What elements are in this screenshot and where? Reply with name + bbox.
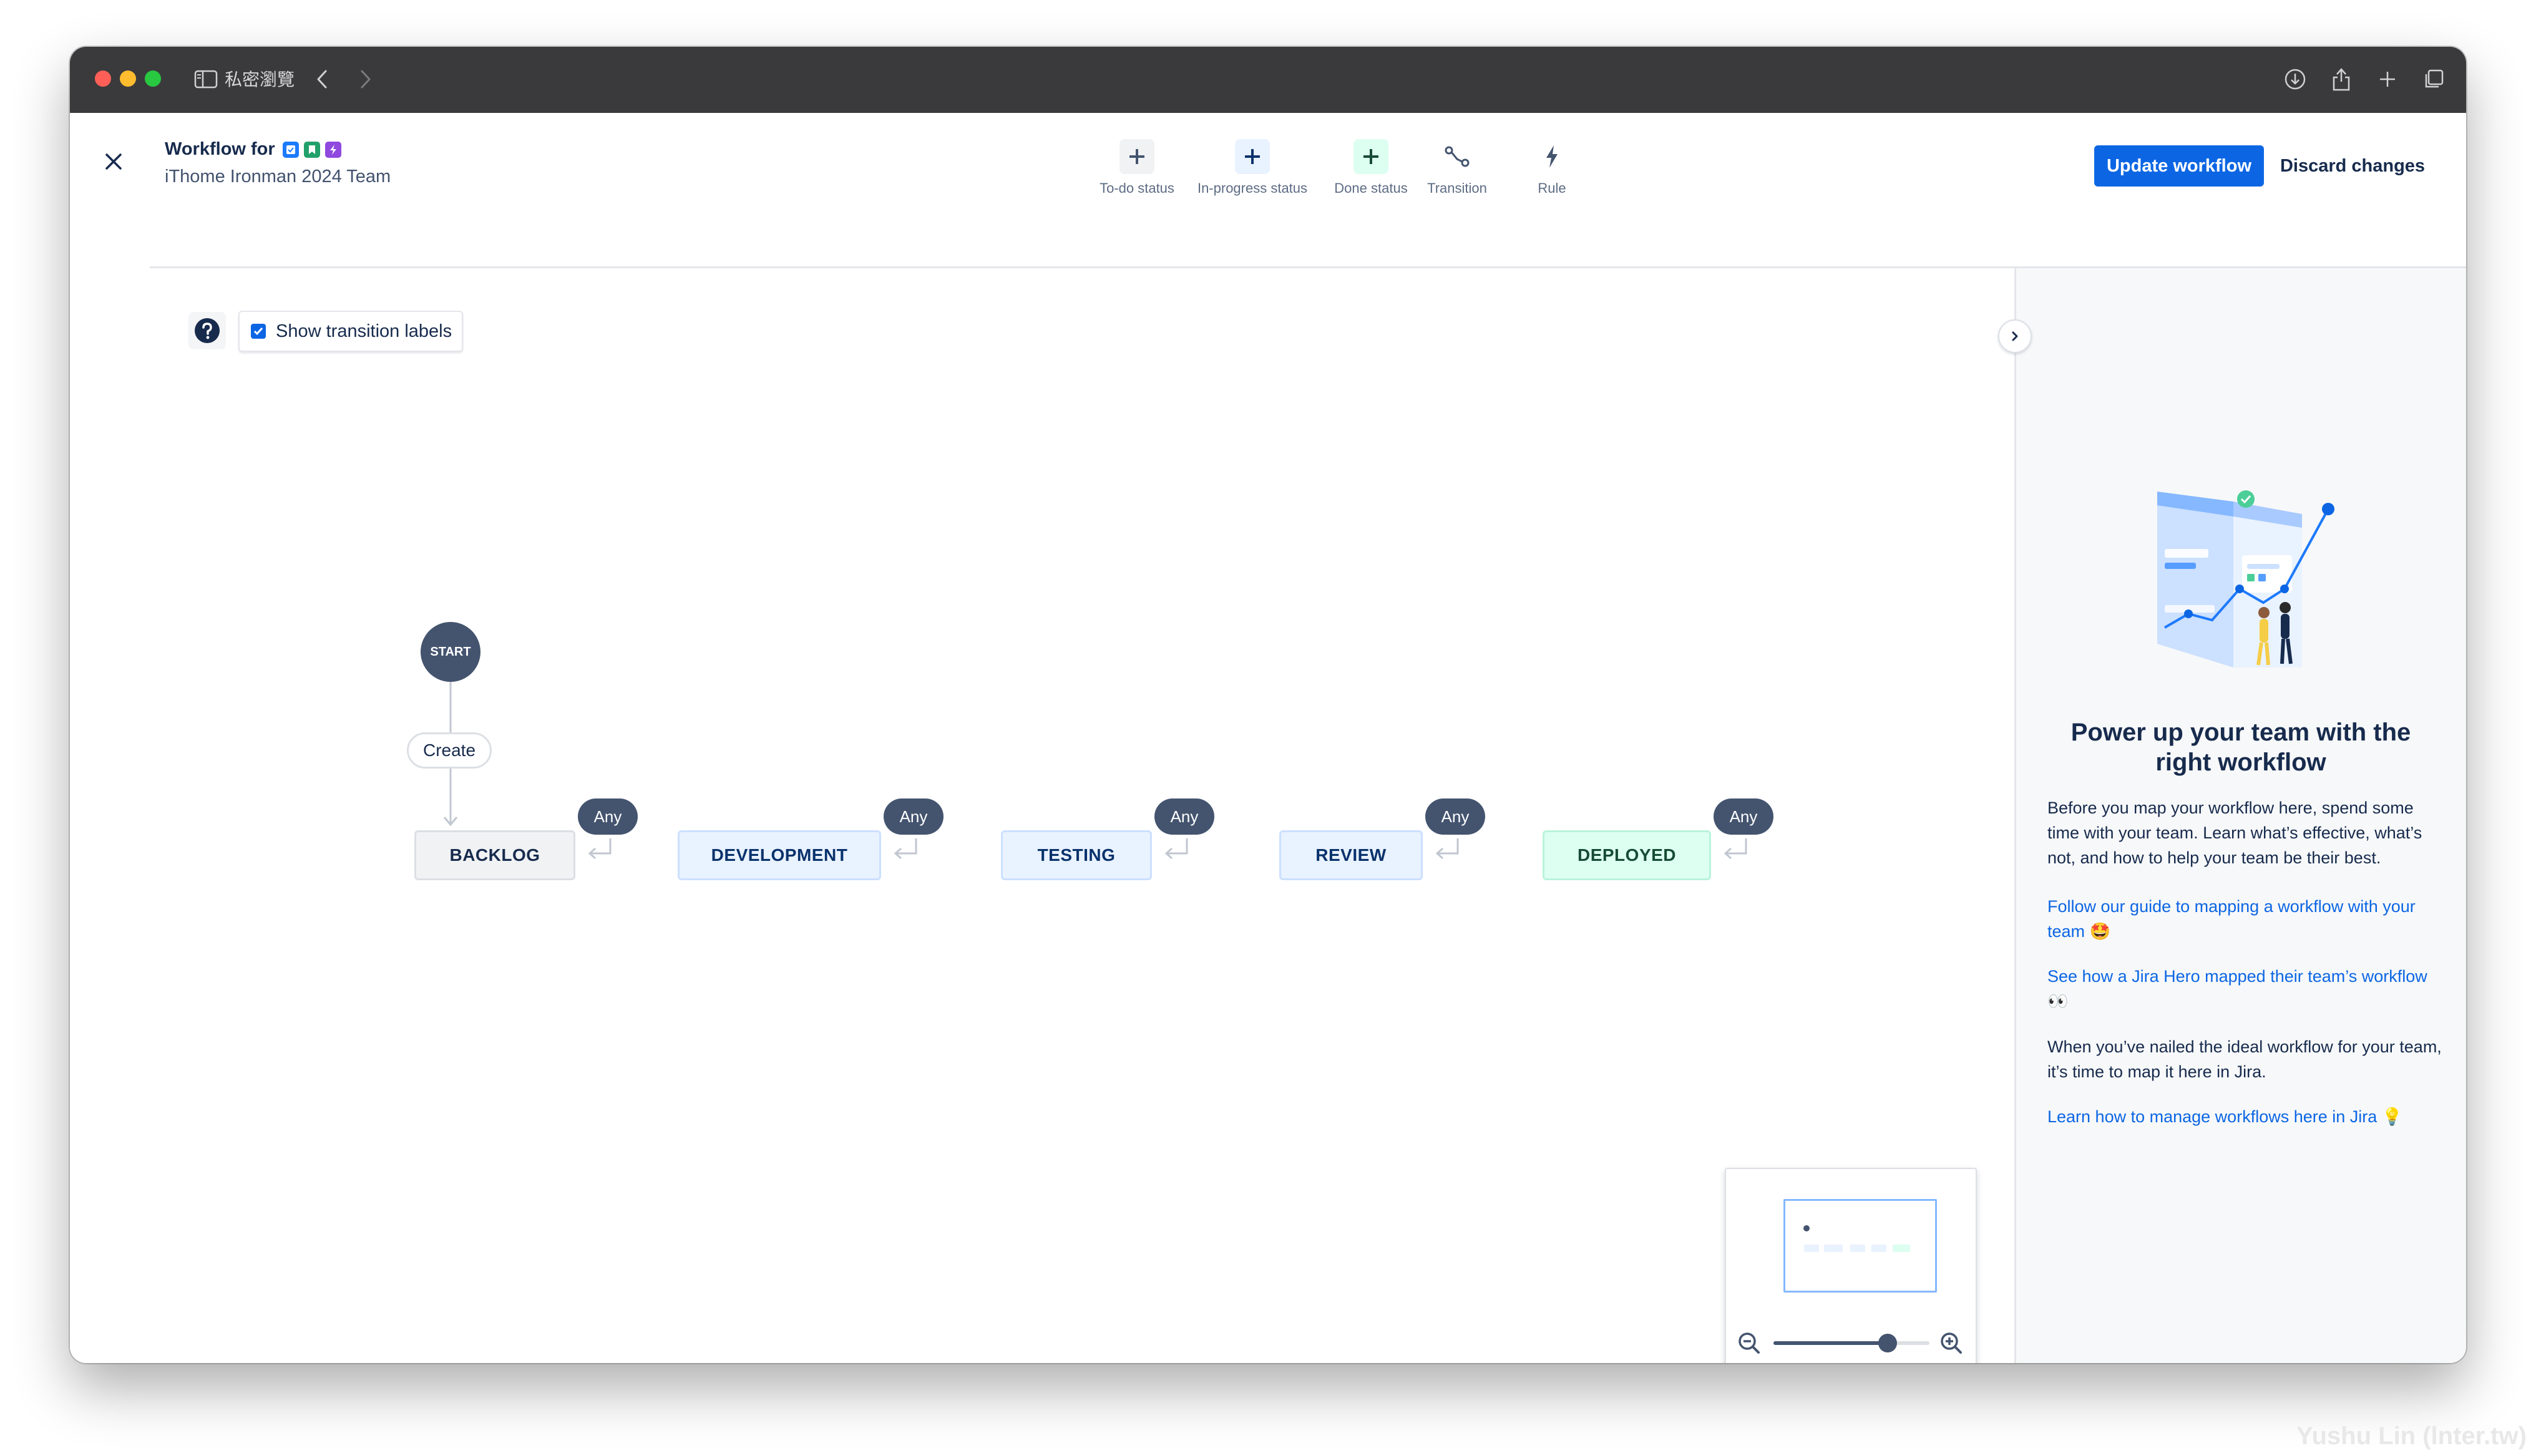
tool-label: Done status [1334, 180, 1408, 196]
back-arrow-icon[interactable] [308, 66, 336, 93]
status-development[interactable]: DEVELOPMENT [678, 830, 881, 880]
loop-arrow-icon [1724, 838, 1747, 860]
tool-label: Rule [1538, 180, 1566, 196]
add-rule-tool[interactable]: Rule [1524, 139, 1580, 197]
any-transition-badge[interactable]: Any [578, 798, 638, 835]
any-transition-badge[interactable]: Any [1714, 798, 1773, 835]
workflow-tips-panel: Power up your team with the right workfl… [2014, 268, 2466, 1363]
zoom-slider-fill [1773, 1341, 1888, 1345]
plus-icon [1119, 139, 1154, 174]
minimap-viewport[interactable] [1783, 1199, 1937, 1293]
panel-title: Power up your team with the right workfl… [2070, 719, 2411, 776]
new-tab-plus-icon[interactable] [2374, 66, 2401, 93]
watermark: Yushu Lin (lnter.tw) [2296, 1422, 2527, 1450]
private-browsing-label: 私密瀏覽 [225, 70, 295, 89]
update-workflow-button[interactable]: Update workflow [2094, 145, 2264, 187]
discard-changes-button[interactable]: Discard changes [2278, 145, 2427, 187]
forward-arrow-icon[interactable] [352, 66, 379, 93]
jira-hero-link[interactable]: See how a Jira Hero mapped their team’s … [2047, 964, 2447, 1014]
task-issue-type-icon [282, 141, 299, 158]
window-zoom-dot[interactable] [145, 70, 161, 87]
browser-titlebar: 私密瀏覽 [70, 47, 2466, 114]
loop-arrow-icon [588, 838, 612, 860]
status-testing[interactable]: TESTING [1001, 830, 1152, 880]
close-icon [105, 153, 122, 170]
status-deployed[interactable]: DEPLOYED [1543, 830, 1711, 880]
download-icon[interactable] [2281, 66, 2309, 93]
panel-intro-text: Before you map your workflow here, spend… [2047, 798, 2422, 867]
workflow-canvas[interactable]: Show transition labels START Create BACK… [70, 268, 2014, 1363]
start-node[interactable]: START [421, 622, 480, 682]
tool-label: In-progress status [1197, 180, 1308, 196]
loop-arrow-icon [1435, 838, 1459, 860]
any-transition-badge[interactable]: Any [1425, 798, 1485, 835]
minimap[interactable] [1725, 1168, 1977, 1363]
loop-arrow-icon [1164, 838, 1188, 860]
manage-workflows-link[interactable]: Learn how to manage workflows here in Ji… [2047, 1104, 2447, 1129]
create-transition-label[interactable]: Create [407, 732, 492, 769]
zoom-slider-handle[interactable] [1878, 1334, 1897, 1352]
transition-icon [1440, 139, 1475, 174]
close-editor-button[interactable] [96, 144, 131, 179]
workflow-illustration [2157, 490, 2334, 667]
any-transition-badge[interactable]: Any [884, 798, 944, 835]
add-transition-tool[interactable]: Transition [1417, 139, 1498, 197]
tab-overview-icon[interactable] [2420, 66, 2447, 93]
add-done-status-tool[interactable]: Done status [1324, 139, 1418, 197]
plus-icon [1353, 139, 1388, 174]
epic-issue-type-icon [324, 141, 341, 158]
add-todo-status-tool[interactable]: To-do status [1090, 139, 1184, 197]
workflow-title-text: Workflow for [165, 139, 275, 159]
zoom-slider[interactable] [1773, 1334, 1929, 1352]
chevron-right-icon [2012, 331, 2018, 341]
workflow-title: Workflow for [165, 139, 341, 160]
lightning-icon [1534, 139, 1569, 174]
window-minimize-dot[interactable] [120, 70, 136, 87]
project-name: iThome Ironman 2024 Team [165, 167, 391, 187]
status-review[interactable]: REVIEW [1279, 830, 1423, 880]
collapse-panel-button[interactable] [1998, 319, 2032, 353]
tool-label: Transition [1427, 180, 1487, 196]
panel-nailed-text: When you’ve nailed the ideal workflow fo… [2047, 1037, 2442, 1081]
minimap-preview [1803, 1225, 1910, 1252]
any-transition-badge[interactable]: Any [1154, 798, 1214, 835]
status-backlog[interactable]: BACKLOG [414, 830, 575, 880]
tool-label: To-do status [1100, 180, 1174, 196]
zoom-in-icon[interactable] [1939, 1331, 1963, 1358]
add-inprogress-status-tool[interactable]: In-progress status [1187, 139, 1318, 197]
mapping-guide-link[interactable]: Follow our guide to mapping a workflow w… [2047, 894, 2447, 944]
sidebar-toggle-icon[interactable] [192, 66, 220, 93]
zoom-out-icon[interactable] [1737, 1331, 1761, 1358]
story-issue-type-icon [303, 141, 320, 158]
window-close-dot[interactable] [95, 70, 111, 87]
share-icon[interactable] [2328, 66, 2355, 93]
plus-icon [1235, 139, 1270, 174]
browser-window: 私密瀏覽 Workflow for iThome Ironman 2024 Te… [70, 47, 2466, 1363]
loop-arrow-icon [894, 838, 917, 860]
